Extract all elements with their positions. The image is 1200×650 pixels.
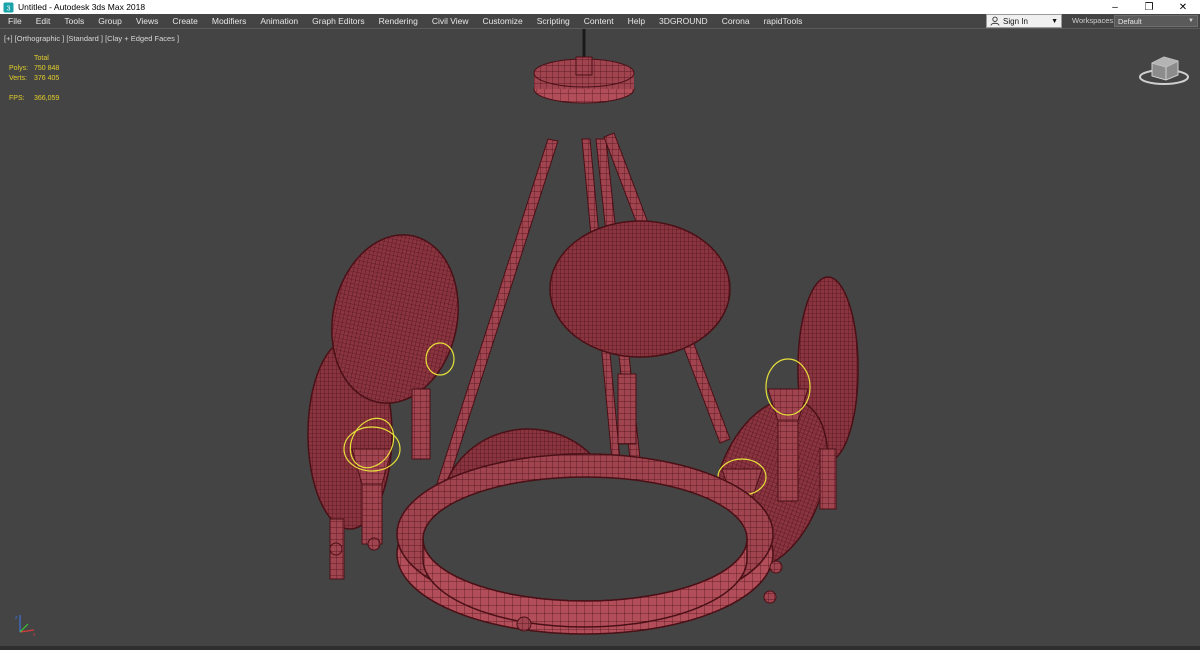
stats-total-label: Total: [34, 55, 49, 62]
stats-polys-row: Polys: 750 848: [9, 64, 59, 74]
menu-item-file[interactable]: File: [1, 14, 29, 28]
menu-item-civil-view[interactable]: Civil View: [425, 14, 476, 28]
window-controls: – ❐ ✕: [1098, 0, 1200, 14]
menu-item-views[interactable]: Views: [129, 14, 166, 28]
user-icon: [990, 16, 1000, 26]
menu-item-customize[interactable]: Customize: [476, 14, 530, 28]
stats-fps-row: FPS: 366,059: [9, 94, 59, 104]
viewport-bottom-edge: [0, 646, 1200, 650]
menu-items: File Edit Tools Group Views Create Modifiers An…: [0, 14, 809, 28]
stats-verts-row: Verts: 376 405: [9, 74, 59, 84]
stats-verts-label: Verts:: [9, 75, 27, 82]
stats-verts-value: 376 405: [34, 75, 60, 82]
menu-item-graph-editors[interactable]: Graph Editors: [305, 14, 371, 28]
chandelier-model[interactable]: [0, 29, 1200, 650]
svg-text:3: 3: [7, 5, 11, 12]
menu-item-rapidtools[interactable]: rapidTools: [757, 14, 810, 28]
close-button[interactable]: ✕: [1166, 0, 1200, 14]
menu-item-help[interactable]: Help: [621, 14, 652, 28]
menu-item-group[interactable]: Group: [91, 14, 129, 28]
maximize-button[interactable]: ❐: [1132, 0, 1166, 14]
sign-in-label: Sign In: [1003, 16, 1028, 26]
menu-item-rendering[interactable]: Rendering: [372, 14, 425, 28]
chandelier-ring: [396, 453, 774, 635]
title-bar: 3 Untitled - Autodesk 3ds Max 2018 – ❐ ✕: [0, 0, 1200, 14]
minimize-button[interactable]: –: [1098, 0, 1132, 14]
stats-fps-value: 366,059: [34, 95, 60, 102]
viewport-label[interactable]: [+] [Orthographic ] [Standard ] [Clay + …: [4, 34, 179, 43]
viewport[interactable]: [+] [Orthographic ] [Standard ] [Clay + …: [0, 28, 1200, 650]
menu-item-scripting[interactable]: Scripting: [530, 14, 577, 28]
svg-text:x: x: [33, 632, 36, 638]
axis-tripod-icon: z x: [14, 612, 38, 638]
workspaces-value: Default: [1118, 16, 1142, 26]
ceiling-canopy: [533, 56, 635, 104]
app-icon[interactable]: 3: [3, 2, 14, 13]
menu-item-content[interactable]: Content: [577, 14, 621, 28]
menu-item-corona[interactable]: Corona: [715, 14, 757, 28]
svg-text:z: z: [15, 615, 18, 621]
menu-item-animation[interactable]: Animation: [253, 14, 305, 28]
menu-item-create[interactable]: Create: [165, 14, 205, 28]
stats-fps-label: FPS:: [9, 95, 25, 102]
scene-statistics: Total Polys: 750 848 Verts: 376 405 FPS:…: [9, 54, 59, 104]
chevron-down-icon: ▼: [1188, 18, 1194, 24]
window-title: Untitled - Autodesk 3ds Max 2018: [18, 2, 146, 12]
menu-item-3dground[interactable]: 3DGROUND: [652, 14, 715, 28]
menu-item-tools[interactable]: Tools: [57, 14, 91, 28]
chevron-down-icon: ▼: [1051, 17, 1058, 25]
stats-polys-value: 750 848: [34, 65, 60, 72]
menu-item-modifiers[interactable]: Modifiers: [205, 14, 253, 28]
viewcube-icon[interactable]: [1138, 49, 1190, 87]
menu-item-edit[interactable]: Edit: [29, 14, 58, 28]
sign-in-dropdown[interactable]: Sign In ▼: [986, 14, 1062, 28]
stats-polys-label: Polys:: [9, 65, 29, 72]
workspaces-select[interactable]: Default ▼: [1114, 15, 1198, 27]
workspaces-label: Workspaces:: [1072, 16, 1116, 25]
